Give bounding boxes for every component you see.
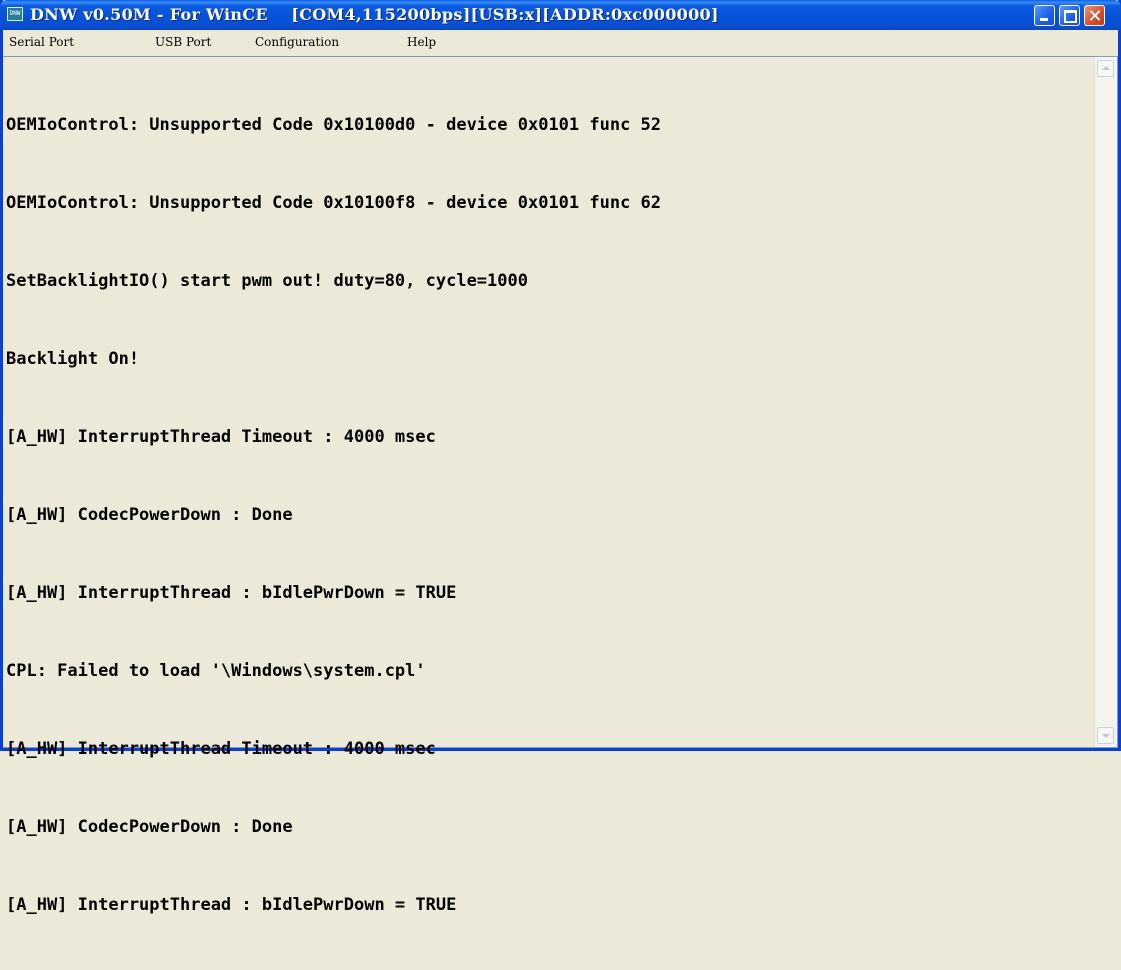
maximize-button[interactable] — [1059, 5, 1080, 26]
console-line: [A_HW] CodecPowerDown : Done — [6, 505, 293, 525]
dnw-app-icon[interactable]: DNW — [7, 7, 23, 21]
console-text: OEMIoControl: Unsupported Code 0x10100d0… — [6, 60, 661, 970]
scroll-down-arrow-icon[interactable] — [1097, 727, 1114, 744]
console-line: [A_HW] InterruptThread : bIdlePwrDown = … — [6, 895, 457, 915]
minimize-button[interactable] — [1034, 5, 1055, 26]
menu-usb-port[interactable]: USB Port — [155, 35, 211, 49]
console-line: [A_HW] InterruptThread : bIdlePwrDown = … — [6, 583, 457, 603]
menu-bar: Serial Port USB Port Configuration Help — [3, 30, 1118, 56]
vertical-scrollbar[interactable] — [1094, 57, 1117, 747]
console-line: [A_HW] InterruptThread Timeout : 4000 ms… — [6, 427, 436, 447]
console-line: OEMIoControl: Unsupported Code 0x10100f8… — [6, 193, 662, 213]
console-line: SetBacklightIO() start pwm out! duty=80,… — [6, 271, 528, 291]
console-line: OEMIoControl: Unsupported Code 0x10100d0… — [6, 115, 662, 135]
dnw-window: DNW DNW v0.50M - For WinCE [COM4,115200b… — [0, 0, 1121, 915]
console-output[interactable]: OEMIoControl: Unsupported Code 0x10100d0… — [3, 56, 1118, 915]
console-line: CPL: Failed to load '\Windows\system.cpl… — [6, 661, 426, 681]
scroll-up-arrow-icon[interactable] — [1097, 60, 1114, 77]
console-line: [A_HW] CodecPowerDown : Done — [6, 817, 293, 837]
close-button[interactable] — [1084, 5, 1105, 26]
console-line: Backlight On! — [6, 349, 140, 369]
menu-serial-port[interactable]: Serial Port — [9, 35, 74, 49]
window-title: DNW v0.50M - For WinCE [COM4,115200bps][… — [30, 5, 719, 24]
menu-help[interactable]: Help — [407, 35, 436, 49]
title-bar[interactable]: DNW DNW v0.50M - For WinCE [COM4,115200b… — [0, 0, 1121, 30]
menu-configuration[interactable]: Configuration — [255, 35, 339, 49]
console-line: [A_HW] InterruptThread Timeout : 4000 ms… — [6, 739, 436, 759]
